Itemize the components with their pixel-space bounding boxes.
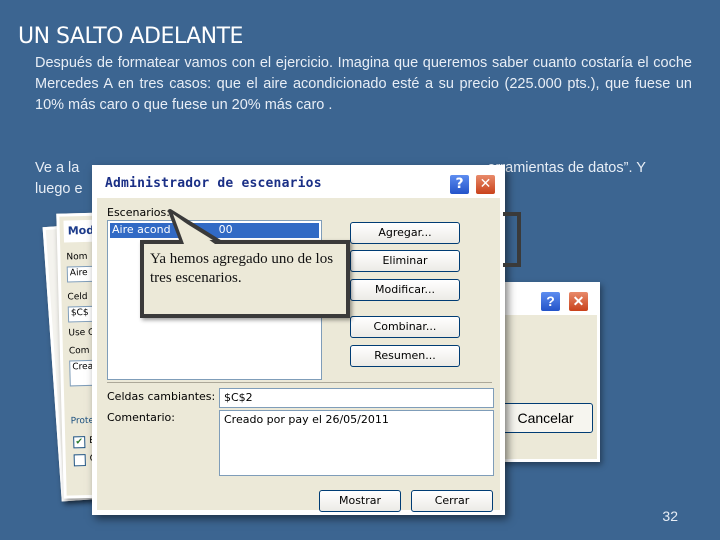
help-icon[interactable]: ?: [449, 174, 470, 195]
callout-text: Ya hemos agregado uno de los tres escena…: [150, 251, 334, 286]
back-label-comment: Com: [68, 345, 90, 357]
comment-label: Comentario:: [107, 411, 175, 424]
changing-cells-field[interactable]: $C$2: [219, 388, 494, 408]
back-label-use: Use C: [68, 327, 95, 339]
back-checkbox-a[interactable]: ✔: [73, 436, 86, 449]
dialog-titlebar: Administrador de escenarios ? ✕: [97, 170, 500, 198]
comment-field[interactable]: Creado por pay el 26/05/2011: [219, 410, 494, 476]
show-button[interactable]: Mostrar: [319, 490, 401, 512]
changing-cells-label: Celdas cambiantes:: [107, 390, 216, 403]
back-checkbox-b[interactable]: [73, 454, 86, 467]
intro-paragraph: Después de formatear vamos con el ejerci…: [35, 55, 692, 113]
dialog-title: Administrador de escenarios: [105, 176, 322, 191]
callout-box: Ya hemos agregado uno de los tres escena…: [140, 240, 350, 318]
instruction-start: Ve a la: [35, 160, 80, 176]
highlight-bracket: [503, 212, 521, 267]
callout-pointer-fill: [173, 214, 215, 244]
back-label-cells: Celd: [67, 291, 88, 303]
back-label-name: Nom: [66, 251, 88, 263]
cancel-button[interactable]: Cancelar: [498, 403, 593, 433]
close-icon[interactable]: ✕: [475, 174, 496, 195]
close-icon[interactable]: ✕: [568, 291, 589, 312]
edit-button[interactable]: Modificar...: [350, 279, 460, 301]
dialog-separator: [107, 382, 492, 383]
help-icon[interactable]: ?: [540, 291, 561, 312]
instruction-line2: luego e: [35, 181, 83, 197]
page-number: 32: [662, 508, 678, 524]
close-button[interactable]: Cerrar: [411, 490, 493, 512]
merge-button[interactable]: Combinar...: [350, 316, 460, 338]
slide-title: UN SALTO ADELANTE: [18, 24, 243, 49]
add-button[interactable]: Agregar...: [350, 222, 460, 244]
instruction-end: erramientas de datos”. Y: [487, 160, 646, 176]
summary-button[interactable]: Resumen...: [350, 345, 460, 367]
delete-button[interactable]: Eliminar: [350, 250, 460, 272]
scenario-manager-dialog: Administrador de escenarios ? ✕ Escenari…: [92, 165, 505, 515]
